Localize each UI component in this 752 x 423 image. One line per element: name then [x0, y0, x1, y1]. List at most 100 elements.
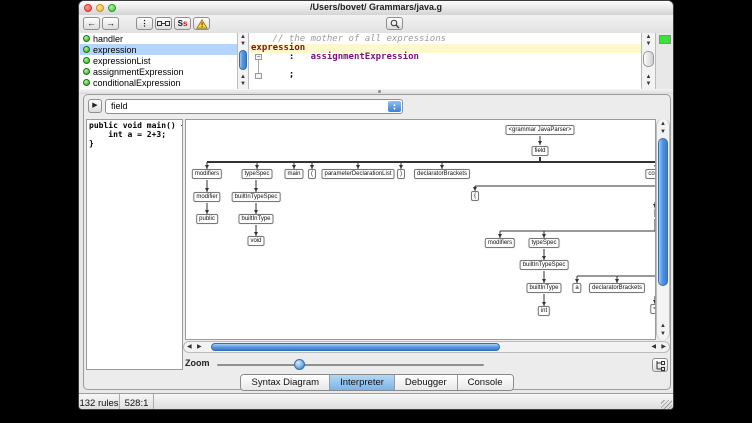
scroll-up-arrow[interactable]: ▲	[238, 74, 248, 81]
scroll-up-arrow[interactable]: ▲	[657, 121, 669, 128]
grammar-health-indicator	[659, 35, 671, 44]
scrollbar-thumb[interactable]	[239, 50, 247, 70]
rule-name: expressionList	[93, 56, 151, 66]
tree-node: parameterDeclarationList	[321, 169, 394, 179]
rule-list-item[interactable]: assignmentExpression	[80, 66, 237, 77]
editor-scrollbar[interactable]: ▲ ▼ ▲ ▼	[641, 33, 656, 89]
back-button[interactable]: ←	[83, 17, 100, 30]
expand-tree-button[interactable]	[652, 358, 668, 372]
scroll-down-arrow[interactable]: ▼	[642, 41, 655, 48]
input-line: }	[89, 139, 182, 148]
rule-list-item[interactable]: handler	[80, 33, 237, 44]
test-input-editor[interactable]: public void main() { int a = 2+3;}	[86, 119, 183, 370]
syntax-diagram-toggle-button[interactable]	[155, 17, 172, 30]
scroll-up-arrow[interactable]: ▲	[657, 323, 669, 330]
editor-line: ;	[249, 71, 641, 80]
tree-node: field	[531, 146, 548, 156]
tree-node: modifiers	[192, 169, 222, 179]
resize-grip[interactable]	[661, 400, 672, 410]
editor-line: : assignmentExpression	[249, 53, 641, 62]
bottom-tabs: Syntax DiagramInterpreterDebuggerConsole	[84, 374, 670, 391]
tab-interpreter[interactable]: Interpreter	[330, 375, 395, 390]
warning-icon	[196, 19, 208, 29]
tree-node: )	[397, 169, 405, 179]
run-interpreter-button[interactable]: ▶	[88, 99, 102, 113]
sort-rules-button[interactable]: ⋮	[136, 17, 153, 30]
back-icon: ←	[87, 19, 96, 28]
rule-list-item[interactable]: conditionalExpression	[80, 77, 237, 88]
scroll-up-arrow[interactable]: ▲	[642, 74, 655, 81]
scrollbar-thumb[interactable]	[658, 138, 668, 286]
tree-node: {	[471, 191, 479, 201]
input-line: public void main() {	[89, 121, 182, 130]
zoom-slider-track[interactable]	[217, 364, 484, 366]
combobox-stepper-icon: ▲▼	[388, 101, 401, 112]
rule-status-icon	[83, 57, 90, 64]
input-line: int a = 2+3;	[89, 130, 182, 139]
toolbar: ← → ⋮ Ss	[79, 15, 673, 33]
forward-button[interactable]: →	[102, 17, 119, 30]
scroll-right-arrow[interactable]: ▶	[661, 342, 666, 352]
parse-tree-edges	[186, 120, 656, 340]
tree-node: builtInType	[526, 283, 561, 293]
scroll-up-arrow[interactable]: ▲	[642, 34, 655, 41]
rule-list[interactable]: handlerexpressionexpressionListassignmen…	[80, 33, 238, 89]
tree-node: int	[538, 306, 550, 316]
rules-count-status: 132 rules	[79, 394, 120, 410]
splitter-grip	[378, 90, 381, 93]
expand-tree-icon	[655, 360, 665, 371]
tree-node: a	[572, 283, 581, 293]
tree-node: builtInTypeSpec	[232, 192, 281, 202]
scroll-right-arrow[interactable]: ▶	[197, 342, 202, 352]
syntax-coloring-icon: Ss	[178, 20, 188, 28]
scroll-down-arrow[interactable]: ▼	[657, 331, 669, 338]
scroll-left-arrow[interactable]: ◀	[651, 342, 656, 352]
tree-node: builtInType	[238, 214, 273, 224]
rule-list-scrollbar[interactable]: ▲ ▼ ▲ ▼	[237, 33, 249, 89]
tree-vertical-scrollbar[interactable]: ▲ ▼ ▲ ▼	[656, 119, 670, 340]
scroll-down-arrow[interactable]: ▼	[238, 41, 248, 48]
tab-console[interactable]: Console	[458, 375, 513, 390]
scroll-down-arrow[interactable]: ▼	[657, 129, 669, 136]
play-icon: ▶	[92, 102, 97, 109]
rule-name: handler	[93, 34, 123, 44]
tab-debugger[interactable]: Debugger	[395, 375, 458, 390]
tree-node: void	[247, 236, 264, 246]
rule-status-icon	[83, 35, 90, 42]
titlebar[interactable]: /Users/bovet/ Grammars/java.g	[79, 1, 673, 16]
find-button[interactable]	[386, 17, 403, 30]
zoom-slider-thumb[interactable]	[294, 359, 305, 370]
app-window: /Users/bovet/ Grammars/java.g ← → ⋮ Ss	[78, 0, 674, 410]
tree-node: builtInTypeSpec	[520, 260, 569, 270]
scrollbar-thumb[interactable]	[643, 51, 654, 67]
scroll-left-arrow[interactable]: ◀	[187, 342, 192, 352]
cursor-position-status: 528:1	[120, 394, 154, 410]
scrollbar-thumb[interactable]	[211, 343, 500, 351]
search-icon	[390, 19, 400, 29]
rule-status-icon	[83, 46, 90, 53]
forward-icon: →	[106, 19, 115, 28]
ideas-warning-button[interactable]	[193, 17, 210, 30]
window-title: /Users/bovet/ Grammars/java.g	[79, 2, 673, 12]
scroll-down-arrow[interactable]: ▼	[642, 81, 655, 88]
rule-name: assignmentExpression	[93, 67, 184, 77]
tree-node: declaratorBrackets	[589, 283, 645, 293]
editor-line: // the mother of all expressions	[249, 35, 641, 44]
grammar-editor[interactable]: − // the mother of all expressionsexpres…	[249, 33, 641, 91]
zoom-row: Zoom	[84, 356, 670, 372]
parse-tree-canvas[interactable]: <grammar JavaParser>fieldmodifierstypeSp…	[185, 119, 656, 340]
syntax-coloring-button[interactable]: Ss	[174, 17, 191, 30]
tab-syntax-diagram[interactable]: Syntax Diagram	[241, 375, 330, 390]
scroll-up-arrow[interactable]: ▲	[238, 34, 248, 41]
rule-list-item[interactable]: expression	[80, 44, 237, 55]
start-rule-value: field	[111, 101, 128, 111]
tree-node: main	[284, 169, 303, 179]
tree-node: (	[308, 169, 316, 179]
tree-node: modifiers	[485, 238, 515, 248]
rule-list-item[interactable]: expressionList	[80, 55, 237, 66]
start-rule-combobox[interactable]: field ▲▼	[105, 99, 403, 114]
rule-name: conditionalExpression	[93, 78, 181, 88]
tree-horizontal-scrollbar[interactable]: ◀ ▶ ◀ ▶	[183, 341, 670, 353]
sort-rules-icon: ⋮	[141, 20, 149, 28]
scroll-down-arrow[interactable]: ▼	[238, 81, 248, 88]
